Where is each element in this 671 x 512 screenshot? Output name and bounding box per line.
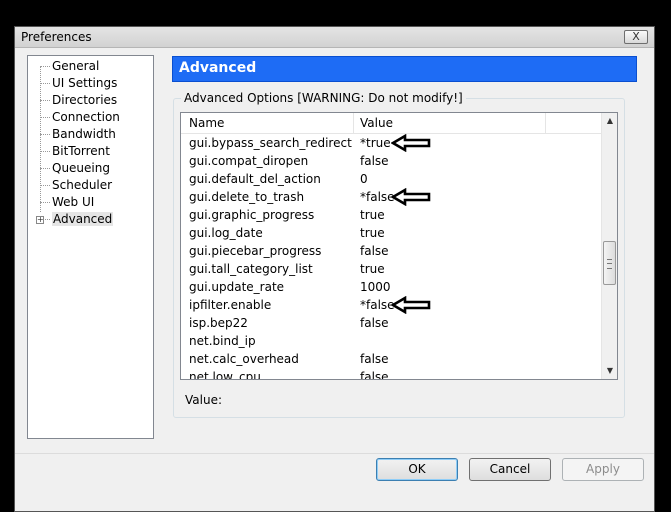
table-row[interactable]: gui.default_del_action 0 (181, 170, 602, 188)
option-value: 0 (360, 172, 368, 186)
option-value: 1000 (360, 280, 391, 294)
value-label: Value: (185, 393, 222, 407)
column-header-name[interactable]: Name (189, 116, 224, 130)
option-name: gui.log_date (189, 226, 263, 240)
left-arrow-icon (391, 296, 431, 314)
column-divider[interactable] (545, 113, 546, 133)
option-value: *true (360, 136, 391, 150)
table-row[interactable]: gui.compat_diropen false (181, 152, 602, 170)
table-row[interactable]: net.bind_ip (181, 332, 602, 350)
option-name: isp.bep22 (189, 316, 248, 330)
ok-button[interactable]: OK (376, 458, 458, 481)
sidebar-item-label: General (52, 59, 100, 73)
sidebar-item-bandwidth[interactable]: Bandwidth (40, 126, 116, 143)
left-arrow-icon (391, 188, 431, 206)
sidebar-item-label: Directories (52, 93, 118, 107)
expand-icon[interactable]: + (36, 216, 44, 224)
option-value: false (360, 316, 389, 330)
table-row[interactable]: gui.piecebar_progress false (181, 242, 602, 260)
sidebar-item-label: Connection (52, 110, 120, 124)
table-row[interactable]: gui.graphic_progress true (181, 206, 602, 224)
option-value: false (360, 244, 389, 258)
button-bar-divider (15, 453, 654, 454)
column-divider[interactable] (353, 113, 354, 133)
preferences-tree: General UI Settings Directories Connection B… (27, 55, 154, 439)
option-value: false (360, 370, 389, 379)
option-name: gui.graphic_progress (189, 208, 315, 222)
option-name: gui.tall_category_list (189, 262, 313, 276)
scroll-up-icon[interactable]: ▲ (602, 113, 617, 129)
option-name: gui.delete_to_trash (189, 190, 305, 204)
option-value: true (360, 226, 385, 240)
group-label: Advanced Options [WARNING: Do not modify… (181, 91, 466, 105)
sidebar-item-label: Web UI (52, 195, 95, 209)
left-arrow-icon (391, 134, 431, 152)
sidebar-item-label: Scheduler (52, 178, 113, 192)
option-name: gui.default_del_action (189, 172, 321, 186)
option-rows: gui.bypass_search_redirect *true gui.compa… (181, 133, 602, 379)
sidebar-item-label: UI Settings (52, 76, 118, 90)
title-bar[interactable]: Preferences X (15, 27, 654, 48)
close-icon: X (632, 30, 640, 43)
scroll-down-icon[interactable]: ▼ (602, 363, 617, 379)
section-title: Advanced (179, 60, 257, 76)
apply-button[interactable]: Apply (562, 458, 644, 481)
table-row[interactable]: gui.delete_to_trash *false (181, 188, 602, 206)
table-row[interactable]: ipfilter.enable *false (181, 296, 602, 314)
option-name: net.low_cpu (189, 370, 261, 379)
sidebar-item-label: BitTorrent (52, 144, 110, 158)
preferences-window: Preferences X General UI Settings Director… (14, 26, 655, 512)
option-name: ipfilter.enable (189, 298, 272, 312)
sidebar-item-scheduler[interactable]: Scheduler (40, 177, 112, 194)
scroll-thumb[interactable] (603, 241, 616, 285)
column-header-value[interactable]: Value (360, 116, 393, 130)
option-value: true (360, 208, 385, 222)
vertical-scrollbar[interactable]: ▲ ▼ (601, 113, 617, 379)
option-name: net.calc_overhead (189, 352, 299, 366)
sidebar-item-queueing[interactable]: Queueing (40, 160, 110, 177)
table-row[interactable]: isp.bep22 false (181, 314, 602, 332)
sidebar-item-label: Bandwidth (52, 127, 116, 141)
table-row[interactable]: gui.tall_category_list true (181, 260, 602, 278)
list-header: Name Value (181, 113, 602, 134)
sidebar-item-web-ui[interactable]: Web UI (40, 194, 94, 211)
advanced-options-list[interactable]: Name Value gui.bypass_search_redirect *tr… (180, 112, 618, 380)
sidebar-item-general[interactable]: General (40, 58, 99, 75)
option-name: gui.bypass_search_redirect (189, 136, 352, 150)
sidebar-item-label: Queueing (52, 161, 110, 175)
option-name: gui.piecebar_progress (189, 244, 322, 258)
option-value: false (360, 154, 389, 168)
cancel-button[interactable]: Cancel (469, 458, 551, 481)
sidebar-item-directories[interactable]: Directories (40, 92, 117, 109)
table-row[interactable]: gui.update_rate 1000 (181, 278, 602, 296)
window-title: Preferences (21, 30, 92, 44)
sidebar-item-label: Advanced (52, 212, 114, 226)
table-row[interactable]: net.low_cpu false (181, 368, 602, 379)
option-value: false (360, 352, 389, 366)
table-row[interactable]: gui.log_date true (181, 224, 602, 242)
option-value: *false (360, 298, 395, 312)
sidebar-item-connection[interactable]: Connection (40, 109, 120, 126)
table-row[interactable]: net.calc_overhead false (181, 350, 602, 368)
sidebar-item-advanced[interactable]: Advanced (40, 211, 114, 228)
option-value: true (360, 262, 385, 276)
close-button[interactable]: X (624, 30, 648, 44)
option-name: gui.compat_diropen (189, 154, 309, 168)
option-name: net.bind_ip (189, 334, 256, 348)
section-header: Advanced (172, 56, 637, 82)
option-name: gui.update_rate (189, 280, 285, 294)
table-row[interactable]: gui.bypass_search_redirect *true (181, 134, 602, 152)
option-value: *false (360, 190, 395, 204)
sidebar-item-ui-settings[interactable]: UI Settings (40, 75, 117, 92)
sidebar-item-bittorrent[interactable]: BitTorrent (40, 143, 110, 160)
